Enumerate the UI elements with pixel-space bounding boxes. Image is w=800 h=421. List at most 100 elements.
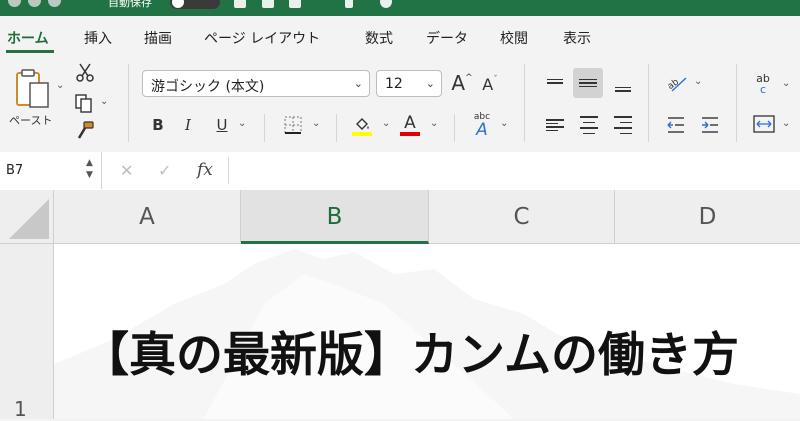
print-icon[interactable] [289, 0, 301, 8]
font-color-dropdown-icon[interactable]: ⌄ [430, 118, 438, 129]
copy-button[interactable] [72, 92, 96, 114]
ribbon-separator [128, 64, 129, 142]
orientation-button[interactable]: ab [664, 70, 690, 96]
tab-view[interactable]: 表示 [563, 28, 591, 48]
align-right-button[interactable] [612, 112, 634, 138]
phonetic-guide-button[interactable]: abc A [468, 110, 496, 140]
bold-button[interactable]: B [148, 112, 168, 138]
ribbon-separator [264, 114, 265, 142]
autosave-toggle[interactable] [170, 0, 220, 9]
merge-dropdown-icon[interactable]: ⌄ [782, 118, 790, 129]
column-header-c[interactable]: C [429, 190, 615, 244]
align-bottom-icon [615, 85, 631, 94]
align-left-icon [546, 117, 564, 133]
phonetic-big-letter: A [476, 119, 488, 140]
save-icon[interactable] [262, 0, 274, 8]
underline-dropdown-icon[interactable]: ⌄ [238, 118, 246, 129]
decrease-indent-icon [667, 117, 684, 133]
align-center-button[interactable] [578, 112, 600, 138]
chevron-down-icon: ⌄ [425, 77, 435, 90]
ribbon-separator [454, 114, 455, 142]
wrap-text-label-2: c [759, 83, 767, 96]
formula-separator [228, 157, 229, 184]
caret-down-icon: ˇ [493, 75, 498, 85]
column-header-b[interactable]: B [241, 190, 429, 244]
shrink-font-button[interactable]: Aˇ [478, 72, 502, 96]
copy-icon [75, 94, 92, 113]
select-all-icon [9, 199, 49, 239]
worksheet-grid: A B C D 1 【真の最新版】カンムの働き方 [0, 190, 800, 421]
undo-icon[interactable] [345, 0, 353, 8]
autosave-label: 自動保存 [108, 0, 152, 9]
align-top-button[interactable] [544, 70, 566, 96]
fill-color-dropdown-icon[interactable]: ⌄ [382, 118, 390, 129]
tab-review[interactable]: 校閲 [500, 28, 528, 48]
tab-data[interactable]: データ [426, 28, 468, 48]
formula-bar: B7 ▲ ▼ ✕ ✓ fx [0, 152, 800, 191]
cancel-icon[interactable]: ✕ [120, 161, 133, 180]
minimize-window-icon[interactable] [28, 0, 41, 7]
format-painter-button[interactable] [74, 120, 96, 142]
align-right-icon [614, 114, 632, 136]
borders-dropdown-icon[interactable]: ⌄ [312, 118, 320, 129]
align-middle-icon [579, 77, 597, 90]
cut-button[interactable] [74, 62, 96, 84]
row-number: 1 [14, 397, 27, 421]
underline-button[interactable]: U [212, 112, 232, 138]
home-icon[interactable] [234, 0, 246, 8]
name-box-stepper-icon[interactable]: ▲ ▼ [86, 157, 93, 181]
column-header-d[interactable]: D [615, 190, 800, 244]
insert-function-button[interactable]: fx [197, 160, 213, 180]
font-name-select[interactable]: 游ゴシック (本文) ⌄ [142, 70, 370, 97]
increase-indent-button[interactable] [698, 112, 722, 138]
orientation-dropdown-icon[interactable]: ⌄ [694, 76, 702, 87]
align-left-button[interactable] [544, 112, 566, 138]
zoom-window-icon[interactable] [48, 0, 61, 7]
align-middle-button[interactable] [573, 68, 603, 98]
borders-button[interactable] [282, 114, 304, 136]
ribbon-separator [336, 114, 337, 142]
merge-center-button[interactable] [752, 112, 776, 136]
cell-area[interactable]: 【真の最新版】カンムの働き方 [54, 244, 800, 419]
name-box[interactable]: B7 ▲ ▼ [0, 152, 102, 189]
column-header-a[interactable]: A [54, 190, 241, 244]
align-center-icon [580, 114, 598, 136]
wrap-text-button[interactable]: ab c [750, 68, 776, 100]
scissors-icon [76, 63, 94, 82]
row-header-1[interactable]: 1 [0, 244, 54, 421]
paste-dropdown-icon[interactable]: ⌄ [56, 80, 64, 91]
tab-formulas[interactable]: 数式 [365, 28, 393, 48]
tab-home[interactable]: ホーム [7, 28, 49, 48]
ribbon-tabs: ホーム 挿入 描画 ページ レイアウト 数式 データ 校閲 表示 [0, 16, 800, 56]
font-color-letter: A [404, 113, 416, 133]
ribbon-toolbar: ⌄ ペースト ⌄ 游ゴシック (本文) ⌄ 12 ⌄ A ^ Aˇ B I U … [0, 56, 800, 153]
close-window-icon[interactable] [8, 0, 21, 7]
select-all-button[interactable] [0, 190, 54, 244]
tab-insert[interactable]: 挿入 [84, 28, 112, 48]
font-size-select[interactable]: 12 ⌄ [376, 70, 442, 97]
redo-icon[interactable] [380, 0, 392, 8]
tab-draw[interactable]: 描画 [144, 28, 172, 48]
phonetic-dropdown-icon[interactable]: ⌄ [500, 118, 508, 129]
font-color-button[interactable]: A [398, 110, 422, 140]
check-icon[interactable]: ✓ [158, 161, 171, 180]
merge-cells-icon [753, 115, 775, 133]
chevron-down-icon: ⌄ [353, 77, 363, 90]
paste-button[interactable] [10, 66, 58, 112]
fill-color-button[interactable] [350, 112, 374, 140]
active-tab-indicator [6, 50, 54, 53]
copy-dropdown-icon[interactable]: ⌄ [100, 96, 108, 107]
tab-page-layout[interactable]: ページ レイアウト [204, 28, 320, 48]
paste-label: ペースト [9, 114, 53, 127]
sheet-headline-text: 【真の最新版】カンムの働き方 [82, 328, 740, 383]
ribbon-separator [736, 64, 737, 142]
decrease-indent-button[interactable] [664, 112, 688, 138]
shrink-font-letter: A [482, 74, 494, 94]
wrap-text-dropdown-icon[interactable]: ⌄ [782, 78, 790, 89]
grow-font-button[interactable]: A ^ [450, 70, 474, 96]
align-bottom-button[interactable] [612, 72, 634, 98]
paint-bucket-icon [356, 118, 369, 130]
toggle-knob [172, 0, 184, 8]
italic-button[interactable]: I [178, 112, 198, 138]
text-orientation-icon: ab [666, 77, 687, 92]
